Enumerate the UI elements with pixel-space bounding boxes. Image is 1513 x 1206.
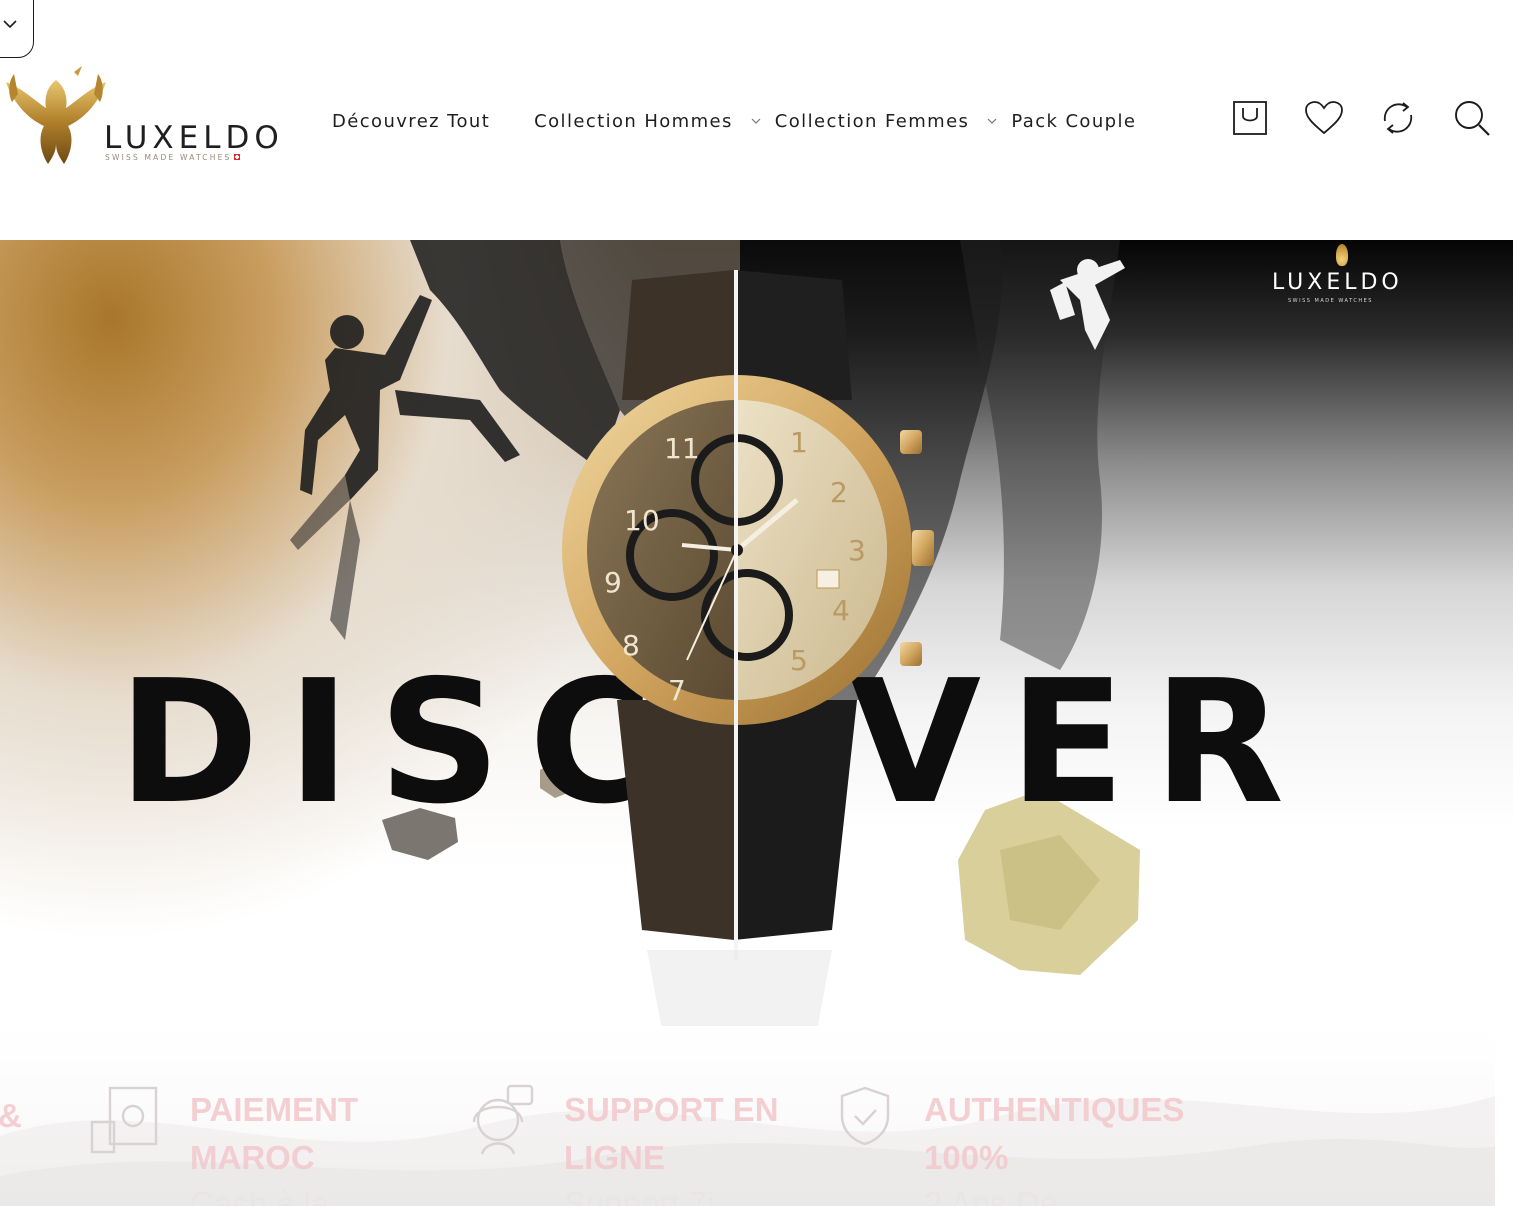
nav-item-collection-hommes[interactable]: Collection Hommes: [534, 111, 775, 132]
cart-icon: [1233, 101, 1267, 135]
svg-text:9: 9: [604, 566, 622, 599]
svg-text:3: 3: [848, 534, 866, 567]
cart-button[interactable]: [1230, 98, 1270, 138]
phoenix-logo-icon: [6, 66, 106, 164]
hero-brand-tagline: SWISS MADE WATCHES: [1288, 298, 1373, 304]
search-button[interactable]: [1452, 98, 1492, 138]
payment-icon: [90, 1086, 158, 1154]
svg-text:1: 1: [790, 426, 808, 459]
hero-brand-wordmark: LUXELDO: [1272, 270, 1403, 295]
header-actions: [1230, 98, 1492, 138]
nav-item-decouvrez-tout[interactable]: Découvrez Tout: [332, 111, 490, 132]
svg-text:4: 4: [832, 594, 850, 627]
heart-icon: [1305, 101, 1343, 135]
feature-support: SUPPORT EN LIGNE Support 7j: [564, 1091, 779, 1206]
nav-item-collection-femmes[interactable]: Collection Femmes: [775, 111, 1012, 132]
search-icon: [1455, 101, 1490, 136]
feature-authentic: AUTHENTIQUES 100% 2 Ans De: [924, 1091, 1185, 1206]
svg-text:2: 2: [830, 476, 848, 509]
chevron-down-icon: [751, 118, 761, 125]
watch-product-image: 11 10 9 8 7 1 2 3 4 5: [562, 270, 934, 1026]
features-strip: & PAIEMENT MAROC Cash à la SUPPORT EN LI…: [0, 1026, 1495, 1206]
svg-text:8: 8: [622, 629, 640, 662]
svg-text:10: 10: [624, 504, 660, 537]
hero-brand-flame-icon: [1336, 244, 1348, 266]
logo-link[interactable]: LUXELDO SWISS MADE WATCHES: [4, 66, 284, 172]
logo-tagline: SWISS MADE WATCHES: [105, 153, 241, 162]
svg-text:7: 7: [668, 674, 686, 707]
svg-text:11: 11: [664, 432, 700, 465]
main-nav: Découvrez Tout Collection Hommes Collect…: [332, 108, 1136, 134]
svg-text:5: 5: [790, 644, 808, 677]
nav-item-pack-couple[interactable]: Pack Couple: [1011, 111, 1136, 132]
logo-wordmark: LUXELDO: [104, 120, 284, 156]
swiss-flag-icon: [234, 154, 241, 160]
hero-banner[interactable]: DISCOVER: [0, 240, 1513, 1026]
support-icon: [472, 1084, 534, 1155]
feature-prefix-fragment: &: [0, 1097, 22, 1134]
site-header: LUXELDO SWISS MADE WATCHES Découvrez Tou…: [0, 0, 1513, 240]
compare-button[interactable]: [1378, 98, 1418, 138]
shield-check-icon: [840, 1086, 890, 1146]
wishlist-button[interactable]: [1304, 98, 1344, 138]
chevron-down-icon: [987, 118, 997, 125]
compare-icon: [1383, 102, 1413, 134]
feature-payment: PAIEMENT MAROC Cash à la: [190, 1091, 359, 1206]
